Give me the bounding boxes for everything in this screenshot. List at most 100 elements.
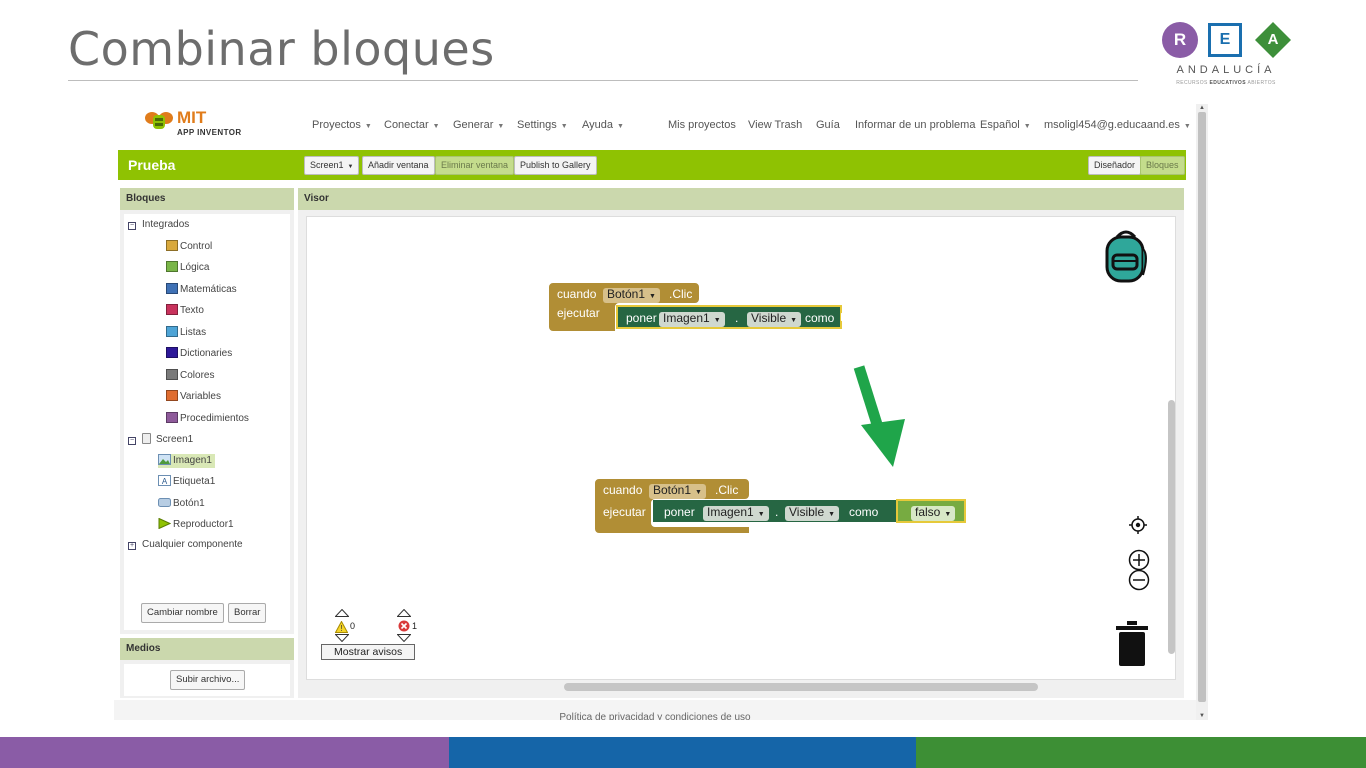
tree-item-label: Dictionaries — [180, 348, 233, 359]
tree-item-imagen1[interactable]: Imagen1 — [158, 454, 215, 468]
tree-item-label: Reproductor1 — [173, 519, 234, 530]
collapse-icon[interactable]: − — [128, 437, 136, 445]
menu-generar[interactable]: Generar ▼ — [453, 119, 504, 131]
publish-gallery-button[interactable]: Publish to Gallery — [514, 156, 597, 175]
upload-file-button[interactable]: Subir archivo... — [170, 670, 246, 690]
designer-button[interactable]: Diseñador — [1088, 156, 1142, 175]
zoom-out-icon[interactable] — [1128, 569, 1150, 591]
menu-conectar[interactable]: Conectar ▼ — [384, 119, 440, 131]
tree-item-logica[interactable]: Lógica — [166, 261, 209, 275]
tree-item-label: Procedimientos — [180, 413, 249, 424]
menu-ayuda[interactable]: Ayuda ▼ — [582, 119, 624, 131]
screen-select[interactable]: Screen1 ▼ — [304, 156, 360, 175]
trash-icon[interactable] — [1115, 621, 1149, 667]
error-prev-icon[interactable] — [397, 609, 411, 617]
tree-item-dictionaries[interactable]: Dictionaries — [166, 347, 232, 361]
caret-down-icon: ▼ — [713, 317, 721, 324]
warning-next-icon[interactable] — [335, 634, 349, 642]
menu-idioma[interactable]: Español ▼ — [980, 119, 1031, 131]
tree-item-procedimientos[interactable]: Procedimientos — [166, 412, 249, 426]
expand-icon[interactable]: + — [128, 542, 136, 550]
app-inventor-logo[interactable]: MIT APP INVENTOR — [144, 106, 254, 144]
colores-swatch-icon — [166, 369, 178, 380]
error-next-icon[interactable] — [397, 634, 411, 642]
menu-user[interactable]: msoligl454@g.educaand.es ▼ — [1044, 119, 1191, 131]
block1-when: cuando — [557, 287, 597, 301]
block2-component-dropdown[interactable]: Botón1 ▼ — [649, 483, 706, 499]
caret-down-icon: ▼ — [649, 293, 656, 300]
menu-guia[interactable]: Guía — [816, 119, 840, 131]
tree-item-label: Listas — [180, 327, 207, 338]
bloques-tree: − Integrados Control Lógica Matemáticas T… — [124, 214, 290, 630]
tree-item-label: Lógica — [180, 262, 210, 273]
tree-item-texto[interactable]: Texto — [166, 304, 204, 318]
add-screen-button[interactable]: Añadir ventana — [362, 156, 435, 175]
privacy-link[interactable]: Política de privacidad y condiciones de … — [114, 712, 1196, 720]
rename-button[interactable]: Cambiar nombre — [141, 603, 224, 623]
block1-component-dropdown[interactable]: Botón1 ▼ — [603, 287, 660, 303]
menu-mis-proyectos[interactable]: Mis proyectos — [668, 119, 736, 131]
menu-settings[interactable]: Settings ▼ — [517, 119, 568, 131]
tree-item-reproductor1[interactable]: Reproductor1 — [158, 518, 234, 532]
delete-button[interactable]: Borrar — [228, 603, 267, 623]
zoom-in-icon[interactable] — [1128, 549, 1150, 571]
tree-any-component[interactable]: + Cualquier componente — [128, 538, 243, 552]
app-topbar: MIT APP INVENTOR Proyectos ▼ Conectar ▼ Ge… — [114, 104, 1196, 148]
tree-item-variables[interactable]: Variables — [166, 390, 221, 404]
screen-select-label: Screen1 — [310, 160, 344, 170]
blocks-workspace[interactable]: cuando Botón1 ▼ .Clic ejecutar poner Imag… — [306, 216, 1176, 680]
collapse-icon[interactable]: − — [128, 222, 136, 230]
bottom-bar-green — [916, 737, 1366, 768]
menu-informar[interactable]: Informar de un problema — [855, 119, 975, 131]
dropdown-value: falso — [915, 505, 941, 519]
block2-to: como — [849, 505, 879, 519]
rea-sub-1: RECURSOS — [1176, 80, 1208, 86]
menu-view-trash[interactable]: View Trash — [748, 119, 802, 131]
tree-screen1[interactable]: − Screen1 — [128, 433, 193, 447]
tree-item-boton1[interactable]: Botón1 — [158, 497, 205, 511]
tree-item-colores[interactable]: Colores — [166, 369, 214, 383]
backpack-icon[interactable] — [1103, 227, 1149, 283]
scroll-up-icon[interactable]: ▲ — [1196, 104, 1208, 112]
caret-down-icon: ▼ — [497, 123, 505, 130]
block1-to: como — [805, 311, 835, 325]
caret-down-icon: ▼ — [432, 123, 440, 130]
menu-proyectos[interactable]: Proyectos ▼ — [312, 119, 372, 131]
tree-item-listas[interactable]: Listas — [166, 326, 206, 340]
scroll-down-icon[interactable]: ▼ — [1196, 712, 1208, 720]
warning-prev-icon[interactable] — [335, 609, 349, 617]
dictionaries-swatch-icon — [166, 347, 178, 358]
page-scrollbar[interactable]: ▲ ▼ — [1196, 104, 1208, 720]
rea-logo-andalucia: ANDALUCÍA — [1176, 64, 1276, 76]
control-swatch-icon — [166, 240, 178, 251]
remove-screen-button[interactable]: Eliminar ventana — [435, 156, 515, 175]
caret-down-icon: ▼ — [1023, 123, 1031, 130]
workspace-horizontal-scrollbar[interactable] — [564, 683, 1038, 691]
caret-down-icon: ▼ — [347, 164, 354, 170]
tree-item-matematicas[interactable]: Matemáticas — [166, 283, 237, 297]
visor-panel: Visor cuando Botón1 ▼ .Clic ejecutar pone… — [298, 188, 1184, 698]
tree-item-control[interactable]: Control — [166, 240, 212, 254]
block1-property-dropdown[interactable]: Visible ▼ — [747, 311, 802, 327]
tree-item-label: Colores — [180, 370, 215, 381]
tree-item-label: Matemáticas — [180, 284, 237, 295]
blocks-button[interactable]: Bloques — [1140, 156, 1185, 175]
block2-false-dropdown[interactable]: falso ▼ — [911, 505, 956, 521]
svg-text:!: ! — [340, 624, 342, 633]
dropdown-value: Botón1 — [653, 483, 692, 497]
recenter-icon[interactable] — [1129, 516, 1147, 534]
tree-item-label: Botón1 — [173, 498, 205, 509]
block2-property-dropdown[interactable]: Visible ▼ — [785, 505, 840, 521]
caret-down-icon: ▼ — [617, 123, 624, 130]
tree-integrados[interactable]: − Integrados — [128, 218, 189, 232]
workspace-vertical-scrollbar[interactable] — [1168, 400, 1175, 654]
page-scrollbar-thumb[interactable] — [1198, 112, 1206, 702]
screen-icon — [142, 433, 151, 444]
block2-target-dropdown[interactable]: Imagen1 ▼ — [703, 505, 769, 521]
tree-item-etiqueta1[interactable]: A Etiqueta1 — [158, 475, 215, 489]
dropdown-value: Visible — [751, 311, 787, 325]
block1-target-dropdown[interactable]: Imagen1 ▼ — [659, 311, 725, 327]
tree-integrados-label: Integrados — [142, 219, 190, 230]
block2-dot: . — [775, 505, 779, 519]
show-warnings-button[interactable]: Mostrar avisos — [321, 644, 416, 660]
